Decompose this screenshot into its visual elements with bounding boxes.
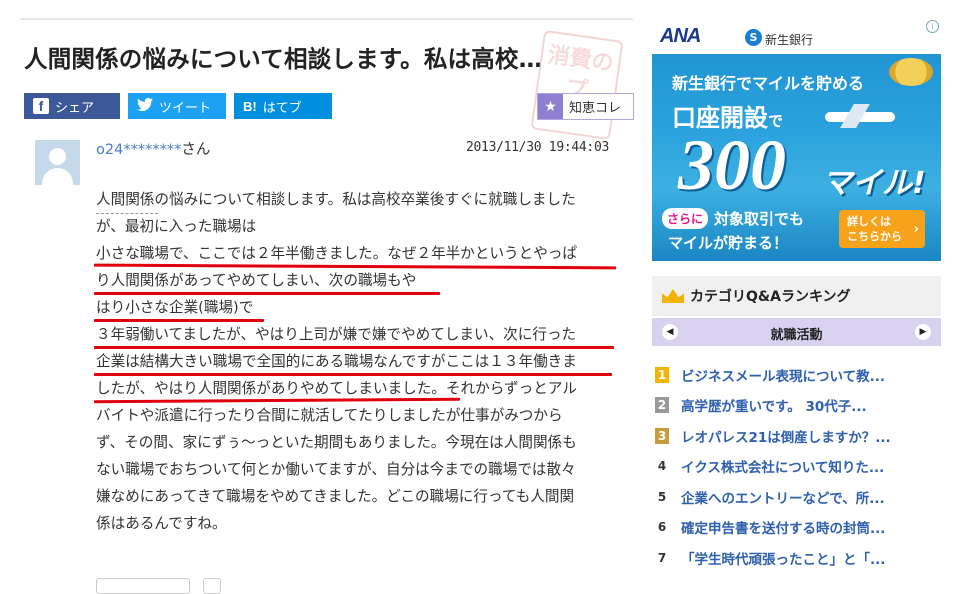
facebook-share-button[interactable]: f シェア bbox=[24, 93, 120, 119]
chiekore-button[interactable]: ★ 知恵コレ bbox=[537, 93, 634, 120]
ranking-item-4[interactable]: 4 イクス株式会社について知りた... bbox=[652, 454, 941, 478]
ranking-link[interactable]: イクス株式会社について知りた... bbox=[681, 456, 884, 476]
ana-logo: ANA bbox=[660, 25, 701, 47]
ranking-item-1[interactable]: 1 ビジネスメール表現について教... bbox=[652, 363, 941, 387]
rank-badge: 1 bbox=[655, 367, 669, 383]
tweet-label: ツイート bbox=[159, 100, 212, 116]
ranking-link[interactable]: ビジネスメール表現について教... bbox=[681, 365, 885, 385]
ranking-link[interactable]: 企業へのエントリーなどで、所... bbox=[681, 487, 885, 507]
shinsei-logo-icon: S bbox=[745, 29, 762, 46]
ranking-link[interactable]: 高学歴が重いです。 30代子... bbox=[681, 395, 867, 415]
ad-line1: 新生銀行でマイルを貯める bbox=[672, 74, 865, 93]
category-name: 就職活動 bbox=[770, 328, 823, 343]
body-line: ない職場でおちついて何とか働いてますが、自分は今までの職場では散々 bbox=[96, 461, 576, 478]
tweet-button[interactable]: ツイート bbox=[128, 93, 226, 119]
crown-icon bbox=[662, 289, 684, 303]
airplane-icon bbox=[825, 112, 895, 122]
user-suffix: さん bbox=[181, 142, 211, 158]
ranking-link[interactable]: 確定申告書を送付する時の封筒... bbox=[681, 517, 885, 537]
body-line: 嫌なめにあってきて職場をやめてきました。どこの職場に行っても人間関 bbox=[96, 488, 575, 505]
watermark-stamp: 消費のプ bbox=[530, 29, 624, 141]
body-line: 人間関係の悩みについて相談します。私は高校卒業後すぐに就職しました bbox=[96, 191, 576, 208]
bank-name: 新生銀行 bbox=[765, 33, 814, 47]
twitter-bird-icon bbox=[137, 97, 153, 114]
facebook-share-label: シェア bbox=[55, 100, 95, 116]
post-date: 2013/11/30 19:44:03 bbox=[466, 140, 610, 155]
red-underline bbox=[94, 292, 440, 295]
star-icon: ★ bbox=[538, 94, 563, 119]
ranking-link[interactable]: レオパレス21は倒産しますか？... bbox=[681, 426, 891, 446]
top-divider bbox=[20, 18, 633, 20]
next-category-icon[interactable]: ▶ bbox=[915, 324, 931, 340]
category-navigator: ◀ 就職活動 ▶ bbox=[652, 318, 941, 346]
coins-icon bbox=[889, 58, 933, 86]
body-line: 企業は結構大きい職場で全国的にある職場なんですがここは１３年働きま bbox=[96, 353, 577, 370]
ranking-link[interactable]: 「学生時代頑張ったこと」と「... bbox=[681, 548, 885, 568]
ad-cta-button[interactable]: 詳しくは こちらから › bbox=[839, 210, 925, 248]
red-underline bbox=[94, 319, 264, 322]
chevron-right-icon: › bbox=[913, 222, 919, 237]
avatar-head-icon bbox=[49, 148, 66, 165]
ad-sarani-badge: さらに bbox=[662, 208, 709, 229]
hatena-icon: B! bbox=[243, 98, 257, 114]
ranking-item-5[interactable]: 5 企業へのエントリーなどで、所... bbox=[652, 485, 941, 509]
rank-number: 4 bbox=[657, 459, 667, 473]
ranking-header: カテゴリQ&Aランキング bbox=[652, 276, 941, 316]
answerer: o24********さん bbox=[96, 138, 210, 159]
rank-number: 6 bbox=[657, 520, 667, 534]
body-line: はり小さな企業(職場)で bbox=[96, 299, 254, 316]
answer-body: 人間関係の悩みについて相談します。私は高校卒業後すぐに就職しました が、最初に入… bbox=[96, 186, 618, 537]
bottom-button[interactable] bbox=[96, 578, 190, 594]
chiekore-label: 知恵コレ bbox=[569, 101, 622, 116]
rank-number: 7 bbox=[657, 551, 667, 565]
ad-amount: 300 bbox=[678, 125, 786, 205]
body-line: ３年弱働いてましたが、やはり上司が嫌で嫌でやめてしまい、次に行った bbox=[96, 326, 577, 343]
ad-line3: 対象取引でも bbox=[714, 210, 805, 228]
hatena-label: はてブ bbox=[262, 100, 302, 116]
rank-number: 5 bbox=[657, 490, 667, 504]
red-underline bbox=[94, 346, 614, 349]
body-line: が、最初に入った職場は bbox=[96, 218, 257, 235]
facebook-icon: f bbox=[33, 98, 49, 114]
body-line: 係はあるんですね。 bbox=[96, 515, 227, 532]
ad-unit: マイル! bbox=[822, 166, 926, 201]
ad-cta-line2: こちらから bbox=[847, 230, 902, 243]
red-underline bbox=[94, 373, 612, 376]
body-line: ず、その間、家にずぅ～っといた期間もありました。今現在は人間関係も bbox=[96, 434, 577, 451]
avatar bbox=[35, 140, 80, 185]
rank-badge: 2 bbox=[655, 397, 669, 413]
ranking-title: カテゴリQ&Aランキング bbox=[690, 289, 851, 305]
user-id-link[interactable]: o24******** bbox=[96, 142, 181, 158]
avatar-body-icon bbox=[42, 168, 73, 185]
ad-line4: マイルが貯まる！ bbox=[668, 234, 789, 252]
body-line: り人間関係があってやめてしまい、次の職場もや bbox=[96, 272, 417, 289]
ad-cta-line1: 詳しくは bbox=[847, 215, 891, 228]
ranking-item-3[interactable]: 3 レオパレス21は倒産しますか？... bbox=[652, 424, 941, 448]
ranking-item-6[interactable]: 6 確定申告書を送付する時の封筒... bbox=[652, 515, 941, 539]
bottom-button-small[interactable] bbox=[203, 578, 221, 594]
ranking-item-2[interactable]: 2 高学歴が重いです。 30代子... bbox=[652, 393, 941, 417]
ranking-item-7[interactable]: 7 「学生時代頑張ったこと」と「... bbox=[652, 546, 941, 570]
ad-info-icon[interactable]: i bbox=[926, 20, 939, 33]
body-line: 小さな職場で、ここでは２年半働きました。なぜ２年半かというとやっぱ bbox=[96, 245, 578, 262]
hatena-bookmark-button[interactable]: B! はてブ bbox=[234, 93, 332, 119]
rank-badge: 3 bbox=[655, 428, 669, 444]
advertisement-banner[interactable]: ANA S 新生銀行 i 新生銀行でマイルを貯める 口座開設で 300 マイル!… bbox=[652, 18, 941, 261]
body-line: バイトや派遣に行ったり合間に就活してたりしましたが仕事がみつから bbox=[96, 407, 563, 424]
